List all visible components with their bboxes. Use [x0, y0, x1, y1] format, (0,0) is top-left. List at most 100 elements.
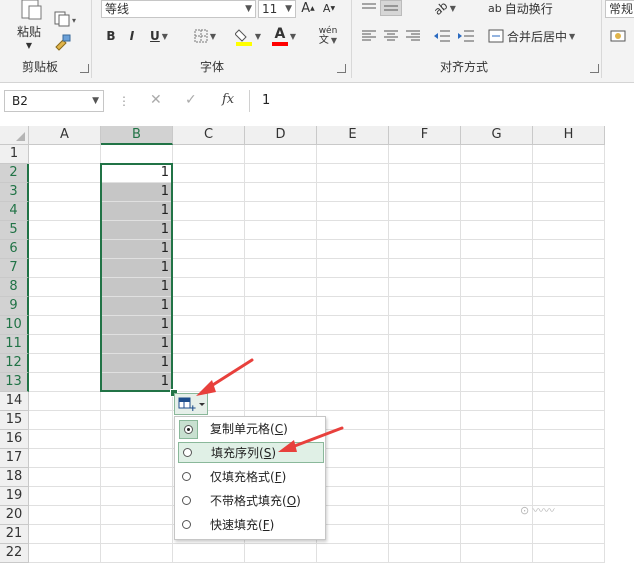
cell-f14[interactable] [389, 392, 461, 411]
cell-b14[interactable] [101, 392, 173, 411]
cell-d13[interactable] [245, 373, 317, 392]
cell-b18[interactable] [101, 468, 173, 487]
column-header-d[interactable]: D [245, 126, 317, 145]
cell-b3[interactable]: 1 [101, 183, 173, 202]
row-header-17[interactable]: 17 [0, 449, 29, 468]
paste-button[interactable]: 粘贴 [12, 22, 46, 40]
cell-a5[interactable] [29, 221, 101, 240]
wrap-text-button[interactable]: ab 自动换行 [488, 0, 566, 16]
cell-f2[interactable] [389, 164, 461, 183]
cell-h4[interactable] [533, 202, 605, 221]
cell-b20[interactable] [101, 506, 173, 525]
format-painter-icon[interactable] [54, 33, 72, 51]
cell-e19[interactable] [317, 487, 389, 506]
cell-a16[interactable] [29, 430, 101, 449]
cell-c8[interactable] [173, 278, 245, 297]
cell-h7[interactable] [533, 259, 605, 278]
cell-g7[interactable] [461, 259, 533, 278]
borders-button[interactable]: ▼ [190, 27, 220, 45]
cell-g9[interactable] [461, 297, 533, 316]
cell-a7[interactable] [29, 259, 101, 278]
cell-f16[interactable] [389, 430, 461, 449]
cell-h11[interactable] [533, 335, 605, 354]
cell-f21[interactable] [389, 525, 461, 544]
cell-f3[interactable] [389, 183, 461, 202]
cell-e12[interactable] [317, 354, 389, 373]
cell-e3[interactable] [317, 183, 389, 202]
cell-c3[interactable] [173, 183, 245, 202]
auto-fill-options-button[interactable]: + [174, 393, 208, 415]
cell-a21[interactable] [29, 525, 101, 544]
cell-d5[interactable] [245, 221, 317, 240]
auto-fill-option-2[interactable]: 填充序列(S) [178, 442, 324, 463]
cell-h17[interactable] [533, 449, 605, 468]
cell-b7[interactable]: 1 [101, 259, 173, 278]
number-format-combo[interactable]: 常规 [605, 0, 634, 18]
auto-fill-option-5[interactable]: 快速填充(F) [178, 515, 324, 536]
font-color-button[interactable]: A ▼ [268, 25, 300, 47]
cell-e7[interactable] [317, 259, 389, 278]
cell-d14[interactable] [245, 392, 317, 411]
cell-h2[interactable] [533, 164, 605, 183]
cell-a1[interactable] [29, 145, 101, 164]
cell-d11[interactable] [245, 335, 317, 354]
cell-c11[interactable] [173, 335, 245, 354]
cell-f1[interactable] [389, 145, 461, 164]
cell-f4[interactable] [389, 202, 461, 221]
align-center-button[interactable] [382, 27, 400, 45]
cell-f15[interactable] [389, 411, 461, 430]
increase-indent-button[interactable] [456, 27, 476, 45]
cell-e21[interactable] [317, 525, 389, 544]
shrink-font-button[interactable]: A ▼ [322, 0, 336, 16]
cell-h5[interactable] [533, 221, 605, 240]
auto-fill-option-3[interactable]: 仅填充格式(F) [178, 467, 324, 488]
column-header-f[interactable]: F [389, 126, 461, 145]
paste-dropdown-icon[interactable]: ▼ [22, 40, 36, 50]
cell-e6[interactable] [317, 240, 389, 259]
cell-a6[interactable] [29, 240, 101, 259]
cell-a13[interactable] [29, 373, 101, 392]
cell-h10[interactable] [533, 316, 605, 335]
cell-e5[interactable] [317, 221, 389, 240]
row-header-8[interactable]: 8 [0, 278, 29, 297]
cell-g5[interactable] [461, 221, 533, 240]
align-top-button[interactable] [360, 0, 378, 14]
cell-b9[interactable]: 1 [101, 297, 173, 316]
cell-g6[interactable] [461, 240, 533, 259]
cell-c13[interactable] [173, 373, 245, 392]
cell-a11[interactable] [29, 335, 101, 354]
cell-b12[interactable]: 1 [101, 354, 173, 373]
font-name-combo[interactable]: 等线 ▼ [101, 0, 256, 18]
cell-g12[interactable] [461, 354, 533, 373]
row-header-20[interactable]: 20 [0, 506, 29, 525]
row-header-21[interactable]: 21 [0, 525, 29, 544]
cell-g21[interactable] [461, 525, 533, 544]
cell-d2[interactable] [245, 164, 317, 183]
cell-b19[interactable] [101, 487, 173, 506]
orientation-button[interactable]: ab ▼ [431, 0, 458, 17]
cell-g15[interactable] [461, 411, 533, 430]
cell-b4[interactable]: 1 [101, 202, 173, 221]
cell-g18[interactable] [461, 468, 533, 487]
cell-d6[interactable] [245, 240, 317, 259]
cell-e1[interactable] [317, 145, 389, 164]
cell-d9[interactable] [245, 297, 317, 316]
column-header-g[interactable]: G [461, 126, 533, 145]
fill-color-button[interactable]: ▼ [232, 25, 264, 47]
clipboard-dialog-launcher-icon[interactable] [80, 64, 89, 73]
cell-c1[interactable] [173, 145, 245, 164]
cell-a10[interactable] [29, 316, 101, 335]
cell-f9[interactable] [389, 297, 461, 316]
cell-g17[interactable] [461, 449, 533, 468]
cell-h3[interactable] [533, 183, 605, 202]
enter-button[interactable]: ✓ [185, 92, 197, 108]
font-dialog-launcher-icon[interactable] [337, 64, 346, 73]
accounting-format-icon[interactable] [608, 27, 630, 45]
cell-b10[interactable]: 1 [101, 316, 173, 335]
row-header-9[interactable]: 9 [0, 297, 29, 316]
phonetic-button[interactable]: wén 文 ▼ [311, 24, 345, 48]
formula-input[interactable]: 1 [262, 93, 270, 108]
decrease-indent-button[interactable] [432, 27, 452, 45]
row-header-13[interactable]: 13 [0, 373, 29, 392]
merge-center-button[interactable]: 合并后居中 ▼ [488, 27, 588, 45]
